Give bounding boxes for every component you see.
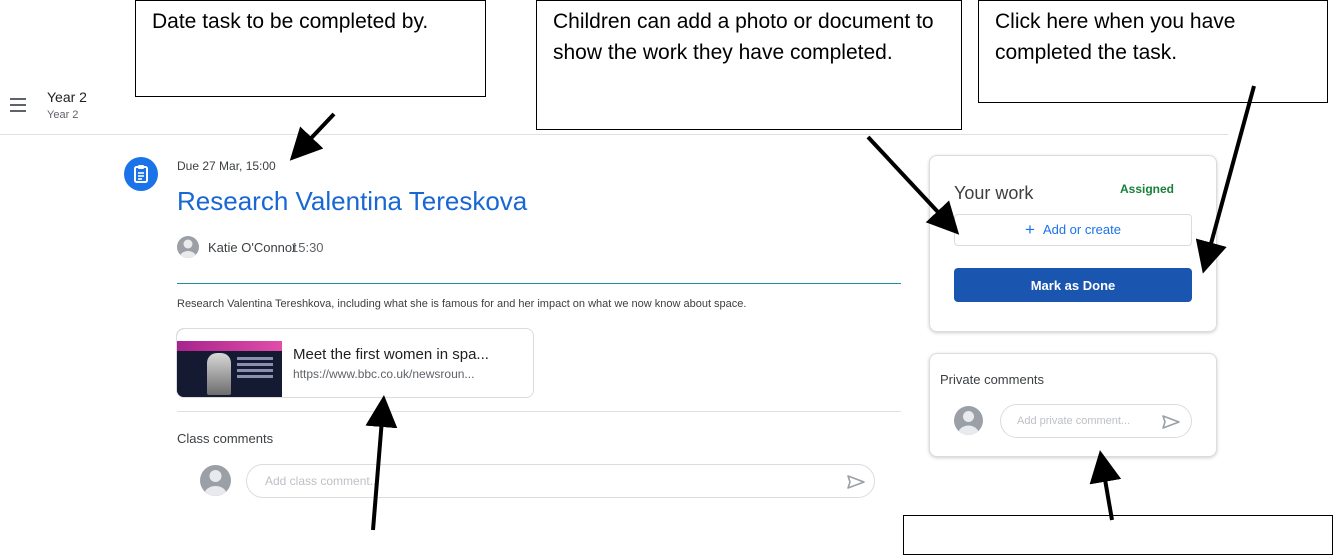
private-comments-card: Private comments [929, 353, 1217, 457]
annotation-due-date: Date task to be completed by. [135, 0, 486, 97]
private-comments-label: Private comments [940, 372, 1045, 387]
send-icon[interactable] [1161, 414, 1181, 435]
class-comment-input[interactable] [263, 473, 827, 489]
your-work-card: Your work Assigned + Add or create Mark a… [929, 155, 1217, 332]
assignment-icon [124, 157, 158, 191]
add-or-create-label: Add or create [1042, 222, 1121, 237]
class-comments-label: Class comments [177, 431, 274, 446]
class-comment-field[interactable] [246, 464, 875, 498]
comments-divider [177, 411, 901, 412]
attachment-thumbnail [177, 329, 282, 397]
class-name[interactable]: Year 2 [47, 89, 87, 105]
status-badge: Assigned [1120, 182, 1175, 196]
person-icon [958, 411, 979, 435]
assignment-title: Research Valentina Tereskova [177, 186, 528, 216]
person-icon [180, 239, 196, 258]
send-icon[interactable] [846, 474, 866, 495]
title-divider [177, 283, 901, 284]
your-work-title: Your work [954, 183, 1034, 203]
posted-time: 15:30 [291, 240, 324, 255]
user-avatar [200, 465, 231, 496]
private-comment-input[interactable] [1015, 414, 1154, 428]
arrow-private-comments [1089, 450, 1122, 521]
mark-as-done-button[interactable]: Mark as Done [954, 268, 1192, 302]
annotation-mark-done: Click here when you have completed the t… [978, 0, 1328, 103]
private-comment-field[interactable] [1000, 404, 1192, 438]
assignment-description: Research Valentina Tereshkova, including… [177, 298, 747, 310]
arrow-due-date [289, 112, 336, 161]
attachment-url: https://www.bbc.co.uk/newsroun... [293, 367, 475, 381]
annotation-private-comments [903, 515, 1333, 555]
add-or-create-button[interactable]: + Add or create [954, 214, 1192, 246]
attachment-card[interactable]: Meet the first women in spa... https://w… [176, 328, 534, 398]
header-divider [0, 134, 1228, 135]
person-icon [204, 470, 227, 496]
due-date: Due 27 Mar, 15:00 [177, 159, 276, 173]
class-subtitle: Year 2 [47, 109, 79, 121]
author-avatar [177, 236, 199, 258]
plus-icon: + [1025, 220, 1035, 239]
menu-icon[interactable] [10, 98, 26, 112]
user-avatar [954, 406, 983, 435]
attachment-title: Meet the first women in spa... [293, 346, 489, 363]
annotation-add-work: Children can add a photo or document to … [536, 0, 962, 130]
author-name: Katie O'Connor [208, 240, 297, 255]
